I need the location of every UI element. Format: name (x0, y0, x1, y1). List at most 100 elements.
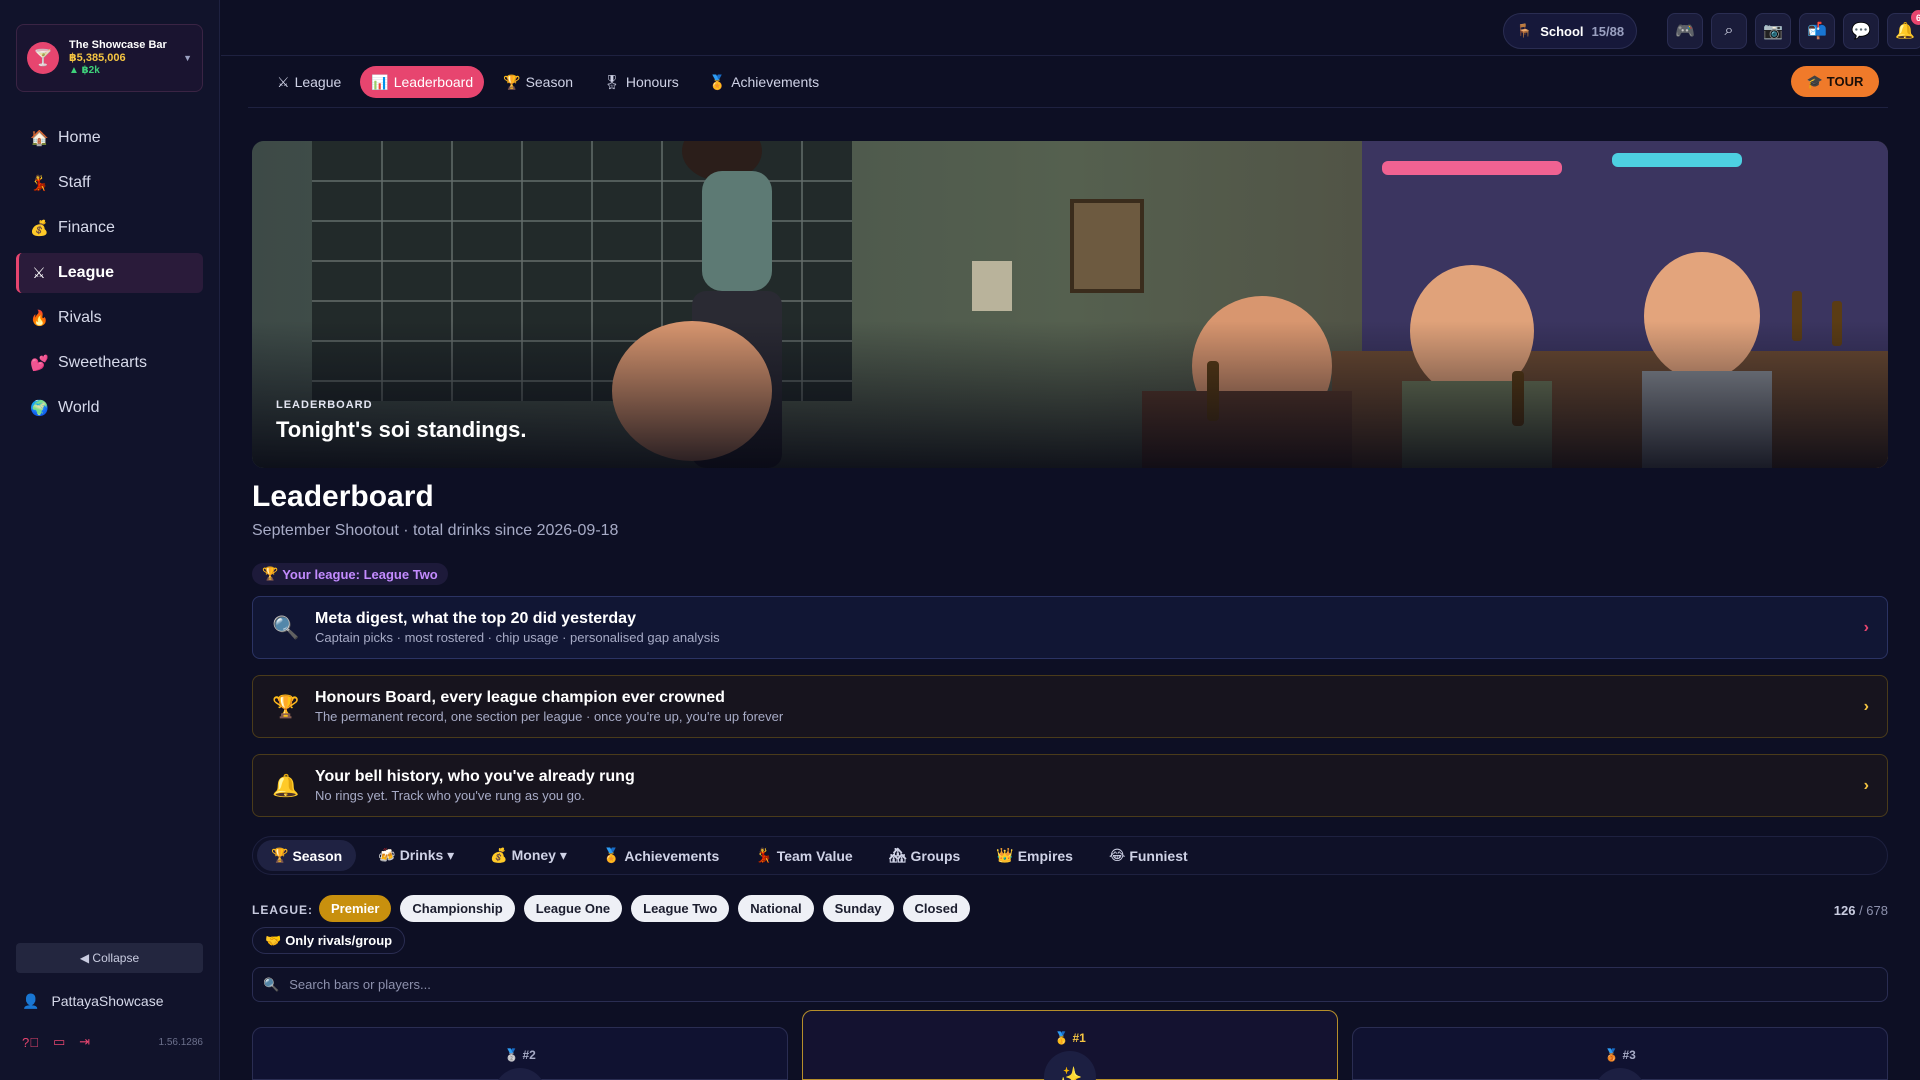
empires-icon: 👑 (996, 847, 1014, 863)
staff-icon: 💃 (30, 175, 49, 192)
tour-button[interactable]: 🎓 TOUR (1791, 66, 1879, 97)
page-subtitle: September Shootout · total drinks since … (252, 522, 619, 539)
category-team-value[interactable]: 💃 Team Value (741, 840, 866, 871)
logout-icon[interactable]: ⇥ (79, 1034, 90, 1050)
category-funniest[interactable]: 😂 Funniest (1095, 840, 1202, 871)
meta-digest-card[interactable]: 🔍 Meta digest, what the top 20 did yester… (252, 596, 1888, 659)
tab-honours[interactable]: 🎖 Honours (592, 66, 690, 98)
sidebar-item-staff[interactable]: 💃 Staff (16, 163, 203, 203)
school-count: 15/88 (1591, 23, 1625, 39)
podium-rank: 🥉 #3 (1604, 1048, 1636, 1062)
bell-icon[interactable]: 🔔 6 (1887, 10, 1920, 49)
sidebar-item-label: Sweethearts (58, 354, 147, 371)
school-icon: 🪑 (1516, 23, 1533, 38)
tab-league[interactable]: ⚔ League (266, 66, 352, 98)
bell-icon: 🔔 (272, 772, 300, 798)
sidebar-item-label: World (58, 399, 100, 416)
chevron-right-icon: › (1863, 697, 1869, 715)
divider (248, 107, 1888, 108)
collapse-button[interactable]: ◀ Collapse (16, 943, 203, 973)
sidebar: 🍸 The Showcase Bar ฿5,385,006 ▲ ฿2k ▼ 🏠 H… (0, 0, 220, 1080)
league-option-sunday[interactable]: Sunday (822, 895, 894, 922)
category-money[interactable]: 💰 Money ▾ (476, 840, 581, 871)
topbar: 🪑 School 15/88 🎮 ⌕ 📷 📬 💬 🔔 6 (221, 0, 1920, 56)
chevron-down-icon: ▼ (183, 53, 192, 63)
trophy-icon: 🏆 (272, 693, 300, 719)
venue-switcher[interactable]: 🍸 The Showcase Bar ฿5,385,006 ▲ ฿2k ▼ (16, 24, 203, 92)
tab-achievements[interactable]: 🏅 Achievements (698, 66, 830, 98)
podium-rank: 🥇 #1 (1054, 1031, 1086, 1045)
only-rivals-toggle[interactable]: 🤝 Only rivals/group (252, 927, 406, 954)
sidebar-item-label: Home (58, 129, 101, 146)
groups-icon: 🏘 (888, 847, 907, 863)
username: PattayaShowcase (51, 993, 164, 1009)
card-subtitle: Captain picks · most rostered · chip usa… (315, 630, 720, 645)
league-icon: ⚔ (277, 73, 290, 90)
podium-third[interactable]: 🥉 #3 🍹 (1352, 1027, 1888, 1080)
result-count: 126 / 678 (1833, 903, 1888, 918)
rivals-icon: 🔥 (30, 310, 49, 327)
podium-second[interactable]: 🥈 #2 🍺 (252, 1027, 788, 1080)
avatar: 🍹 (1594, 1068, 1646, 1080)
money-icon: 💰 (490, 847, 508, 863)
league-icon: ⚔ (32, 265, 46, 282)
feedback-icon[interactable]: ▭ (53, 1034, 65, 1050)
venue-name: The Showcase Bar (69, 38, 167, 51)
avatar: 🍺 (494, 1068, 546, 1080)
version-label: 1.56.1286 (158, 1036, 204, 1048)
cocktail-icon: 🍸 (27, 42, 59, 74)
help-icon[interactable]: ?⃝ (22, 1035, 39, 1050)
category-drinks[interactable]: 🍻 Drinks ▾ (364, 840, 468, 871)
league-filter: Premier Championship League One League Two N… (319, 895, 970, 922)
sidebar-item-finance[interactable]: 💰 Finance (16, 208, 203, 248)
drinks-icon: 🍻 (378, 847, 396, 863)
sidebar-item-rivals[interactable]: 🔥 Rivals (16, 298, 203, 338)
league-option-championship[interactable]: Championship (400, 895, 515, 922)
search-bar: 🔍 (252, 967, 1888, 1002)
podium-rank: 🥈 #2 (504, 1048, 536, 1062)
sidebar-item-label: Staff (58, 174, 91, 191)
category-season[interactable]: 🏆 Season (257, 840, 357, 871)
graduation-cap-icon: 🎓 (1806, 73, 1823, 89)
home-icon: 🏠 (30, 130, 49, 147)
sidebar-item-world[interactable]: 🌍 World (16, 388, 203, 428)
venue-balance: ฿5,385,006 (69, 52, 126, 64)
funniest-icon: 😂 (1108, 847, 1126, 863)
league-option-league-one[interactable]: League One (523, 895, 623, 922)
handshake-icon: 🤝 (265, 932, 282, 948)
category-tabs: 🏆 Season 🍻 Drinks ▾ 💰 Money ▾ 🏅 Achievements 💃 Te… (252, 836, 1888, 875)
tab-season[interactable]: 🏆 Season (492, 66, 584, 98)
league-filter-label: LEAGUE: (252, 903, 313, 917)
podium-first[interactable]: 🥇 #1 ✨ (802, 1010, 1338, 1080)
sidebar-item-home[interactable]: 🏠 Home (16, 118, 203, 158)
user-icon: 👤 (22, 992, 40, 1009)
search-icon[interactable]: ⌕ (1711, 13, 1747, 49)
league-option-league-two[interactable]: League Two (631, 895, 730, 922)
achievements-icon: 🏅 (708, 73, 727, 90)
user-profile[interactable]: 👤 PattayaShowcase (16, 986, 203, 1016)
sidebar-item-label: Finance (58, 219, 115, 236)
search-input[interactable] (289, 977, 1877, 992)
category-groups[interactable]: 🏘 Groups (875, 840, 975, 871)
league-option-closed[interactable]: Closed (902, 895, 970, 922)
league-option-national[interactable]: National (738, 895, 814, 922)
league-option-premier[interactable]: Premier (319, 895, 392, 922)
sidebar-item-league[interactable]: ⚔ League (16, 253, 203, 293)
sweethearts-icon: 💕 (30, 355, 49, 372)
search-icon: 🔍 (272, 614, 300, 640)
camera-icon[interactable]: 📷 (1755, 13, 1791, 49)
bell-history-card[interactable]: 🔔 Your bell history, who you've already r… (252, 754, 1888, 817)
sidebar-item-label: Rivals (58, 309, 102, 326)
search-icon: 🔍 (263, 976, 280, 992)
achievements-icon: 🏅 (602, 847, 621, 863)
tab-leaderboard[interactable]: 📊 Leaderboard (360, 66, 485, 98)
school-button[interactable]: 🪑 School 15/88 (1503, 13, 1638, 49)
sidebar-item-sweethearts[interactable]: 💕 Sweethearts (16, 343, 203, 383)
honours-board-card[interactable]: 🏆 Honours Board, every league champion ev… (252, 675, 1888, 738)
category-achievements[interactable]: 🏅 Achievements (589, 840, 733, 871)
gamepad-icon[interactable]: 🎮 (1667, 13, 1703, 49)
chevron-right-icon: › (1863, 776, 1869, 794)
chat-icon[interactable]: 💬 (1843, 13, 1879, 49)
mailbox-icon[interactable]: 📬 (1799, 13, 1835, 49)
category-empires[interactable]: 👑 Empires (982, 840, 1087, 871)
